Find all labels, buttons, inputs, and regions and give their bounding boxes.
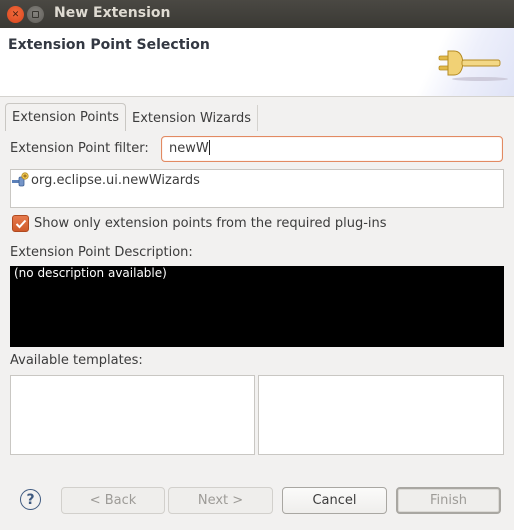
templates-label: Available templates:: [10, 353, 143, 368]
description-box: (no description available): [10, 266, 504, 347]
template-description: [258, 375, 504, 455]
extension-point-list[interactable]: org.eclipse.ui.newWizards: [10, 169, 504, 208]
description-label: Extension Point Description:: [10, 245, 193, 260]
window-title: New Extension: [54, 5, 171, 21]
required-plugins-option[interactable]: Show only extension points from the requ…: [12, 215, 387, 232]
title-bar: ✕ New Extension: [0, 0, 514, 28]
page-title: Extension Point Selection: [8, 37, 210, 53]
maximize-button[interactable]: [27, 6, 44, 23]
templates-list[interactable]: [10, 375, 255, 455]
tab-extension-points[interactable]: Extension Points: [5, 103, 127, 131]
close-icon: ✕: [11, 9, 20, 20]
back-button[interactable]: < Back: [61, 487, 165, 514]
close-button[interactable]: ✕: [7, 6, 24, 23]
extension-point-label: org.eclipse.ui.newWizards: [31, 172, 200, 188]
required-plugins-label: Show only extension points from the requ…: [34, 216, 387, 231]
maximize-icon: [32, 11, 39, 18]
filter-label: Extension Point filter:: [10, 141, 149, 156]
cancel-button[interactable]: Cancel: [282, 487, 387, 514]
filter-input[interactable]: newW: [161, 136, 503, 162]
tab-bar: Extension Points Extension Wizards: [5, 103, 259, 131]
description-text: (no description available): [14, 266, 167, 280]
wizard-header: Extension Point Selection: [0, 28, 514, 97]
help-button[interactable]: ?: [20, 489, 41, 510]
required-plugins-checkbox[interactable]: [12, 215, 29, 232]
list-item[interactable]: org.eclipse.ui.newWizards: [12, 172, 200, 188]
plug-icon: [438, 50, 508, 81]
extension-point-icon: [12, 172, 29, 187]
checkmark-icon: [15, 219, 26, 228]
next-button[interactable]: Next >: [168, 487, 273, 514]
help-icon: ?: [26, 491, 35, 508]
tab-extension-wizards[interactable]: Extension Wizards: [126, 105, 259, 131]
filter-value: newW: [169, 141, 209, 156]
text-caret: [208, 140, 210, 155]
finish-button[interactable]: Finish: [396, 487, 501, 514]
